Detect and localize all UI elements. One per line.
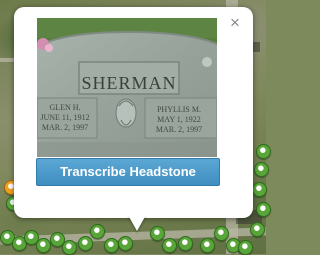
grave-marker-pin-icon[interactable] xyxy=(118,236,133,251)
grave-marker-pin-icon[interactable] xyxy=(36,238,51,253)
grave-marker-pin-icon[interactable] xyxy=(252,182,267,197)
transcribe-headstone-button[interactable]: Transcribe Headstone xyxy=(36,158,220,186)
grave-marker-pin-icon[interactable] xyxy=(78,236,93,251)
popup-pointer xyxy=(128,215,146,231)
grave-marker-pin-icon[interactable] xyxy=(62,240,77,255)
headstone-photo[interactable]: SHERMAN GLEN H. JUNE 11, 1912 MAR. 2, 19… xyxy=(37,18,217,157)
grave-marker-pin-icon[interactable] xyxy=(200,238,215,253)
headstone-right-inscription: PHYLLIS M. MAY 1, 1922 MAR. 2, 1997 xyxy=(155,105,203,134)
grave-marker-pin-icon[interactable] xyxy=(250,222,265,237)
grave-marker-pin-icon[interactable] xyxy=(256,202,271,217)
grave-marker-pin-icon[interactable] xyxy=(90,224,105,239)
grave-marker-pin-icon[interactable] xyxy=(254,162,269,177)
headstone-left-inscription: GLEN H. JUNE 11, 1912 MAR. 2, 1997 xyxy=(40,103,90,132)
headstone-popup: × SHERMAN GLEN H. JUNE 11, 1912 MAR. 2, … xyxy=(14,7,253,218)
grave-marker-pin-icon[interactable] xyxy=(150,226,165,241)
grave-marker-pin-icon[interactable] xyxy=(162,238,177,253)
close-icon[interactable]: × xyxy=(226,14,244,32)
grave-marker-pin-icon[interactable] xyxy=(178,236,193,251)
grave-marker-pin-icon[interactable] xyxy=(214,226,229,241)
grave-marker-pin-icon[interactable] xyxy=(104,238,119,253)
grave-marker-pin-icon[interactable] xyxy=(238,240,253,255)
headstone-surname: SHERMAN xyxy=(81,73,177,93)
grave-marker-pin-icon[interactable] xyxy=(256,144,271,159)
